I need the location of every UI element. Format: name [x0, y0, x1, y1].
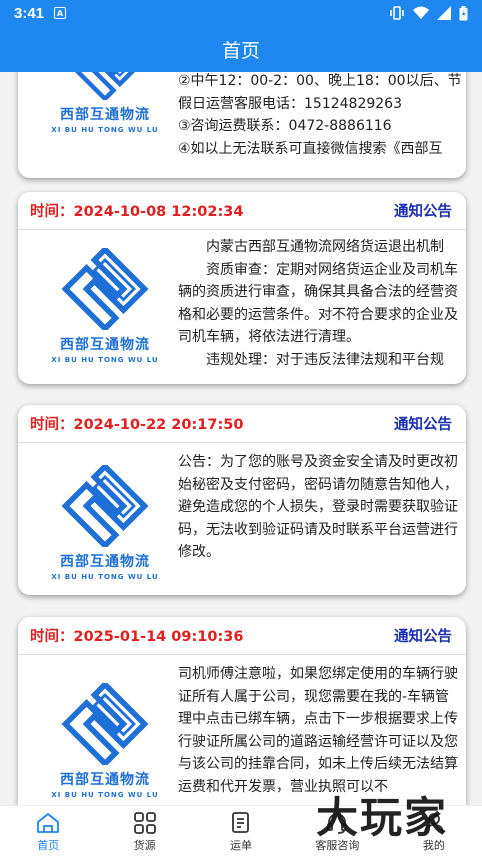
notice-line: ②中午12：00-2：00、晚上18：00以后、节假日运营客服电话：151248…	[178, 73, 462, 112]
logo-name-cn: 西部互通物流	[60, 554, 150, 570]
notice-card[interactable]: 西部互通物流 XI BU HU TONG WU LU ②中午12：00-2：00…	[18, 72, 466, 178]
notice-line: 公告：为了您的账号及资金安全请及时更改初始秘密及支付密码，密码请勿随意告知他人，…	[178, 454, 458, 560]
logo-name-en: XI BU HU TONG WU LU	[51, 791, 159, 799]
vibrate-icon	[390, 6, 404, 20]
company-logo: 西部互通物流 XI BU HU TONG WU LU	[46, 72, 164, 134]
tab-label: 货源	[133, 838, 156, 852]
notice-header: 时间：2024-10-08 12:02:34 通知公告	[18, 192, 466, 230]
company-logo: 西部互通物流 XI BU HU TONG WU LU	[46, 683, 164, 799]
waybill-icon	[232, 811, 249, 833]
notice-time: 时间：2024-10-08 12:02:34	[30, 204, 244, 220]
logo-mark-icon	[69, 72, 141, 100]
notice-tag: 通知公告	[394, 629, 452, 645]
logo-name-en: XI BU HU TONG WU LU	[51, 573, 159, 581]
grid-icon	[133, 811, 156, 834]
notice-line: ③咨询运费联系：0472-8886116	[178, 118, 392, 134]
logo-name-en: XI BU HU TONG WU LU	[51, 126, 159, 134]
notice-line: 违规处理：对于违反法律法规和平台规	[206, 351, 444, 368]
notice-line: 司机师傅注意啦，如果您绑定使用的车辆行驶证所有人属于公司，现您需要在我的-车辆管…	[178, 666, 458, 795]
notification-icon: A	[54, 7, 67, 19]
logo-mark-icon	[61, 465, 149, 547]
app-bar: 首页	[0, 26, 482, 72]
logo-name-en: XI BU HU TONG WU LU	[51, 356, 159, 364]
notice-line: ④如以上无法联系可直接微信搜索《西部互	[178, 140, 443, 157]
tab-waybill[interactable]: 运单	[193, 806, 289, 858]
company-logo: 西部互通物流 XI BU HU TONG WU LU	[46, 248, 164, 364]
notice-header: 时间：2024-10-22 20:17:50 通知公告	[18, 405, 466, 443]
notice-line: 内蒙古西部互通物流网络货运退出机制	[206, 239, 444, 255]
logo-mark-icon	[61, 683, 149, 765]
notice-header: 时间：2025-01-14 09:10:36 通知公告	[18, 617, 466, 655]
tab-label: 运单	[230, 838, 253, 852]
logo-name-cn: 西部互通物流	[60, 107, 150, 123]
status-time: 3:41	[14, 4, 45, 22]
tab-home[interactable]: 首页	[0, 806, 96, 858]
notice-card[interactable]: 时间：2024-10-22 20:17:50 通知公告 西部互通物流 XI BU…	[18, 405, 466, 595]
notice-content: 内蒙古西部互通物流网络货运退出机制 资质审查：定期对网络货运企业及司机车辆的资质…	[178, 236, 462, 372]
notice-list[interactable]: 西部互通物流 XI BU HU TONG WU LU ②中午12：00-2：00…	[0, 72, 482, 805]
home-icon	[37, 812, 60, 833]
battery-icon	[459, 5, 468, 20]
notice-time: 时间：2025-01-14 09:10:36	[30, 629, 244, 645]
page-title: 首页	[221, 39, 260, 62]
logo-name-cn: 西部互通物流	[60, 772, 150, 788]
notice-content: 公告：为了您的账号及资金安全请及时更改初始秘密及支付密码，密码请勿随意告知他人，…	[178, 451, 462, 565]
company-logo: 西部互通物流 XI BU HU TONG WU LU	[46, 465, 164, 581]
notice-tag: 通知公告	[394, 204, 452, 220]
logo-name-cn: 西部互通物流	[60, 337, 150, 353]
watermark: 大玩家	[316, 793, 449, 842]
status-icons	[389, 5, 468, 21]
logo-mark-icon	[61, 248, 149, 330]
notice-line: 资质审查：定期对网络货运企业及司机车辆的资质进行审查，确保其具备合法的经营资格和…	[178, 261, 458, 346]
wifi-icon	[413, 6, 429, 19]
notice-time: 时间：2024-10-22 20:17:50	[30, 417, 244, 433]
signal-icon	[437, 6, 451, 20]
notice-content: ②中午12：00-2：00、晚上18：00以后、节假日运营客服电话：151248…	[178, 72, 462, 173]
notice-card[interactable]: 时间：2025-01-14 09:10:36 通知公告 西部互通物流 XI BU…	[18, 617, 466, 805]
status-bar: 3:41 A	[0, 0, 482, 26]
notice-card[interactable]: 时间：2024-10-08 12:02:34 通知公告 西部互通物流 XI BU…	[18, 192, 466, 384]
notice-tag: 通知公告	[394, 417, 452, 433]
tab-label: 首页	[37, 838, 60, 852]
tab-cargo[interactable]: 货源	[96, 806, 192, 858]
